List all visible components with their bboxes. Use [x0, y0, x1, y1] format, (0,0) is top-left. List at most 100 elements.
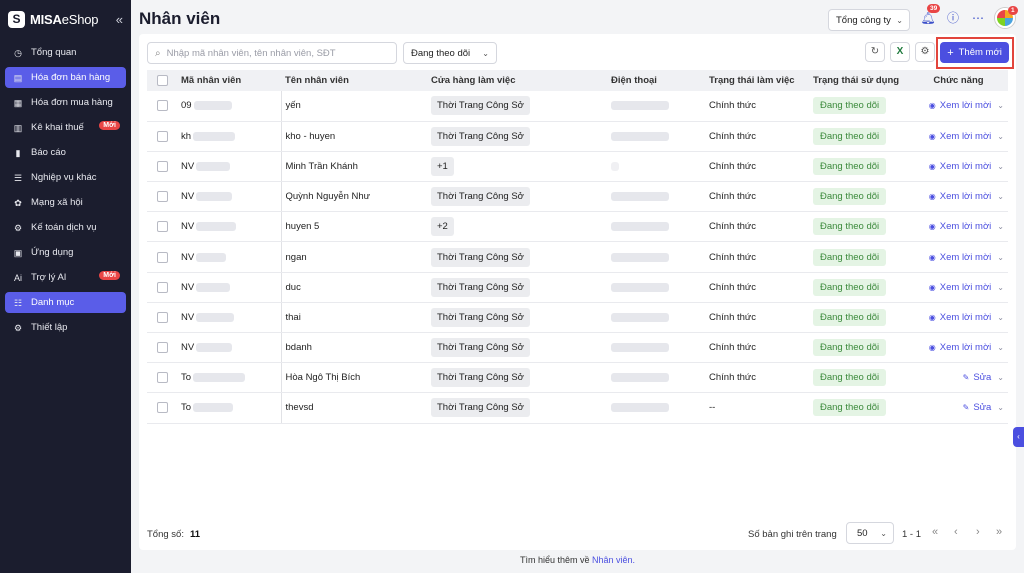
per-page-select[interactable]: 50 ⌄	[846, 522, 894, 544]
row-action-button[interactable]: ◉ Xem lời mời	[929, 312, 992, 323]
store-select[interactable]: Tổng công ty ⌄	[828, 9, 910, 31]
sidebar-item-2[interactable]: ▦ Hóa đơn mua hàng	[5, 92, 126, 113]
chevron-down-icon[interactable]: ⌄	[997, 403, 1004, 412]
column-header-usage-status[interactable]: Trạng thái sử dụng	[809, 70, 909, 91]
excel-export-icon[interactable]: X	[890, 42, 910, 62]
store-tag[interactable]: Thời Trang Công Sở	[431, 338, 530, 358]
chevron-down-icon[interactable]: ⌄	[997, 253, 1004, 262]
usage-status-cell: Đang theo dõi	[809, 181, 909, 213]
column-header-work-status[interactable]: Trạng thái làm việc	[705, 70, 809, 91]
table-row[interactable]: To Hòa Ngô Thị Bích Thời Trang Công Sở Chín…	[147, 362, 1008, 394]
refresh-icon[interactable]: ↻	[865, 42, 885, 62]
row-checkbox[interactable]	[147, 332, 177, 364]
prev-page-icon[interactable]: ‹	[954, 526, 958, 538]
column-header-phone[interactable]: Điện thoại	[607, 70, 705, 91]
row-action-button[interactable]: ◉ Xem lời mời	[929, 342, 992, 353]
row-action-button[interactable]: ◉ Xem lời mời	[929, 131, 992, 142]
row-checkbox[interactable]	[147, 211, 177, 243]
table-row[interactable]: NV bdanh Thời Trang Công Sở Chính thức Đang …	[147, 332, 1008, 364]
row-checkbox[interactable]	[147, 272, 177, 303]
chevron-down-icon[interactable]: ⌄	[997, 132, 1004, 141]
chevron-down-icon[interactable]: ⌄	[997, 192, 1004, 201]
row-checkbox[interactable]	[147, 91, 177, 122]
sidebar-item-0[interactable]: ◷ Tổng quan	[5, 42, 126, 63]
table-row[interactable]: NV thai Thời Trang Công Sở Chính thức Đang t…	[147, 302, 1008, 334]
row-checkbox[interactable]	[147, 151, 177, 183]
employee-name-cell: Hòa Ngô Thị Bích	[280, 362, 427, 394]
next-page-icon[interactable]: ›	[976, 526, 980, 538]
table-row[interactable]: 09 yến Thời Trang Công Sở Chính thức Đang th…	[147, 91, 1008, 122]
sidebar-item-4[interactable]: ▮ Báo cáo	[5, 142, 126, 163]
select-all-checkbox[interactable]	[147, 70, 177, 91]
table-row[interactable]: kh kho - huyen Thời Trang Công Sở Chính thứ…	[147, 121, 1008, 152]
sidebar-item-7[interactable]: ⚙ Kế toán dịch vụ	[5, 217, 126, 238]
chevron-down-icon[interactable]: ⌄	[997, 343, 1004, 352]
row-checkbox[interactable]	[147, 302, 177, 334]
phone-cell	[607, 91, 705, 122]
store-tag[interactable]: Thời Trang Công Sở	[431, 247, 530, 267]
chevron-down-icon[interactable]: ⌄	[997, 162, 1004, 171]
row-action-button[interactable]: ◉ Xem lời mời	[929, 282, 992, 293]
store-tag[interactable]: Thời Trang Công Sở	[431, 277, 530, 297]
more-icon[interactable]: ⋯	[970, 10, 986, 26]
table-row[interactable]: To thevsd Thời Trang Công Sở -- Đang theo dõ…	[147, 392, 1008, 424]
sidebar-item-5[interactable]: ☰ Nghiệp vụ khác	[5, 167, 126, 188]
chevron-down-icon[interactable]: ⌄	[997, 222, 1004, 231]
settings-icon[interactable]: ⚙	[915, 42, 935, 62]
side-panel-toggle-icon[interactable]: ‹	[1013, 427, 1024, 447]
column-header-store[interactable]: Cửa hàng làm việc	[427, 70, 607, 91]
row-action-button[interactable]: ✎ Sửa	[963, 372, 992, 383]
first-page-icon[interactable]: «	[932, 526, 938, 538]
action-cell: ◉ Xem lời mời ⌄	[909, 121, 1008, 152]
sidebar-item-8[interactable]: ▣ Ứng dụng	[5, 242, 126, 263]
row-checkbox[interactable]	[147, 121, 177, 152]
store-tag[interactable]: +1	[431, 156, 454, 176]
sidebar-item-3[interactable]: ▥ Kê khai thuế Mới	[5, 117, 126, 138]
row-action-button[interactable]: ◉ Xem lời mời	[929, 252, 992, 263]
collapse-sidebar-icon[interactable]: «	[116, 12, 123, 27]
usage-status-cell: Đang theo dõi	[809, 362, 909, 394]
chevron-down-icon[interactable]: ⌄	[997, 283, 1004, 292]
eye-icon: ◉	[928, 282, 936, 292]
store-tag[interactable]: Thời Trang Công Sở	[431, 398, 530, 418]
usage-status-cell: Đang theo dõi	[809, 91, 909, 122]
row-checkbox[interactable]	[147, 362, 177, 394]
last-page-icon[interactable]: »	[996, 526, 1002, 538]
table-row[interactable]: NV huyen 5 +2 Chính thức Đang theo dõi ◉ Xem l…	[147, 211, 1008, 243]
chevron-down-icon[interactable]: ⌄	[997, 313, 1004, 322]
row-checkbox[interactable]	[147, 181, 177, 213]
row-action-button[interactable]: ◉ Xem lời mời	[929, 161, 992, 172]
store-tag[interactable]: Thời Trang Công Sở	[431, 96, 530, 116]
store-tag[interactable]: Thời Trang Công Sở	[431, 126, 530, 146]
status-filter-select[interactable]: Đang theo dõi ⌄	[403, 42, 497, 64]
chevron-down-icon[interactable]: ⌄	[997, 101, 1004, 110]
store-tag[interactable]: Thời Trang Công Sở	[431, 187, 530, 207]
column-header-name[interactable]: Tên nhân viên	[281, 70, 427, 91]
row-action-button[interactable]: ◉ Xem lời mời	[929, 191, 992, 202]
row-checkbox[interactable]	[147, 241, 177, 273]
store-tag[interactable]: Thời Trang Công Sở	[431, 368, 530, 388]
search-input[interactable]: ⌕ Nhập mã nhân viên, tên nhân viên, SĐT	[147, 42, 397, 64]
row-action-button[interactable]: ◉ Xem lời mời	[929, 100, 992, 111]
sidebar-item-11[interactable]: ⚙ Thiết lập	[5, 317, 126, 338]
row-action-button[interactable]: ✎ Sửa	[963, 402, 992, 413]
table-row[interactable]: NV duc Thời Trang Công Sở Chính thức Đang th…	[147, 272, 1008, 303]
learn-more-link[interactable]: Nhân viên.	[592, 555, 635, 565]
row-checkbox[interactable]	[147, 392, 177, 424]
table-row[interactable]: NV ngan Thời Trang Công Sở Chính thức Đang t…	[147, 241, 1008, 273]
sidebar-item-6[interactable]: ✿ Mạng xã hội	[5, 192, 126, 213]
sidebar-item-1[interactable]: ▤ Hóa đơn bán hàng	[5, 67, 126, 88]
help-icon[interactable]: ⓘ	[945, 10, 961, 26]
sidebar-item-label: Kế toán dịch vụ	[31, 222, 97, 233]
sidebar-item-9[interactable]: Ai Trợ lý AI Mới	[5, 267, 126, 288]
row-action-button[interactable]: ◉ Xem lời mời	[929, 221, 992, 232]
usage-status-cell: Đang theo dõi	[809, 151, 909, 183]
column-header-code[interactable]: Mã nhân viên	[177, 70, 281, 91]
sidebar-item-10[interactable]: ☷ Danh mục	[5, 292, 126, 313]
table-row[interactable]: NV Minh Trần Khánh +1 Chính thức Đang theo d…	[147, 151, 1008, 183]
store-tag[interactable]: Thời Trang Công Sở	[431, 307, 530, 327]
table-row[interactable]: NV Quỳnh Nguyễn Như Thời Trang Công Sở Chín…	[147, 181, 1008, 213]
store-tag[interactable]: +2	[431, 217, 454, 237]
chevron-down-icon[interactable]: ⌄	[997, 373, 1004, 382]
sidebar: S MISAeShop « ◷ Tổng quan ▤ Hóa đơn bán hàn…	[0, 0, 131, 573]
